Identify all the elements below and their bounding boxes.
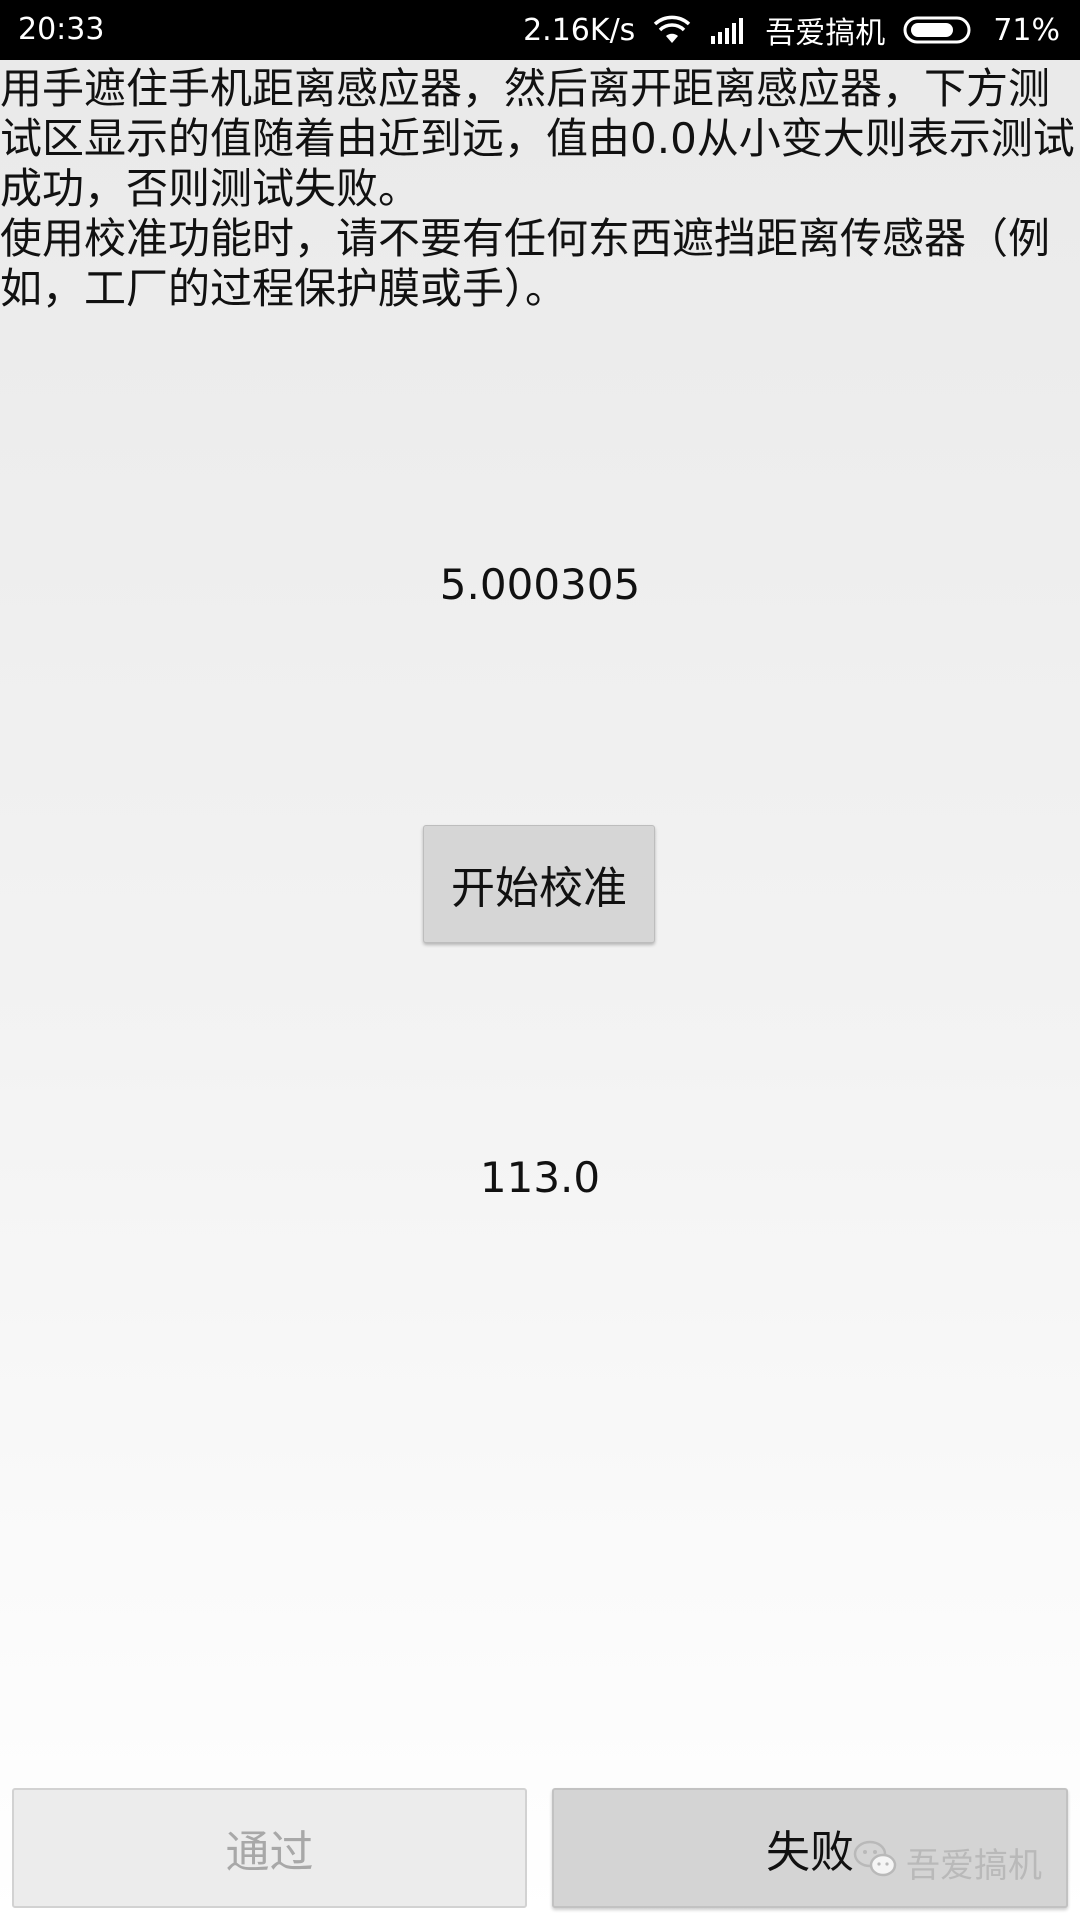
- status-time: 20:33: [18, 12, 105, 47]
- watermark: 吾爱搞机: [852, 1838, 1042, 1887]
- battery-percent: 71%: [993, 12, 1060, 48]
- carrier-name: 吾爱搞机: [765, 16, 886, 51]
- instruction-calibration: 使用校准功能时，请不要有任何东西遮挡距离传感器（例如，工厂的过程保护膜或手）。: [0, 214, 1051, 313]
- status-bar: 20:33 2.16K/s 吾爱搞机 71%: [0, 0, 1080, 60]
- start-calibration-button[interactable]: 开始校准: [423, 825, 655, 943]
- instruction-proximity: 用手遮住手机距离感应器，然后离开距离感应器，下方测试区显示的值随着由近到远，值由…: [0, 64, 1075, 213]
- network-speed: 2.16K/s: [523, 12, 636, 48]
- wifi-icon: [653, 15, 691, 45]
- wechat-icon: [852, 1838, 898, 1887]
- watermark-text: 吾爱搞机: [906, 1846, 1042, 1886]
- instructions-text: 用手遮住手机距离感应器，然后离开距离感应器，下方测试区显示的值随着由近到远，值由…: [0, 64, 1080, 314]
- calibration-value: 5.000305: [439, 560, 641, 609]
- status-right-group: 2.16K/s 吾爱搞机 71%: [523, 0, 1060, 60]
- pass-button[interactable]: 通过: [12, 1788, 527, 1908]
- distance-value: 113.0: [479, 1153, 601, 1202]
- signal-icon: [709, 16, 747, 44]
- battery-icon: [903, 15, 975, 45]
